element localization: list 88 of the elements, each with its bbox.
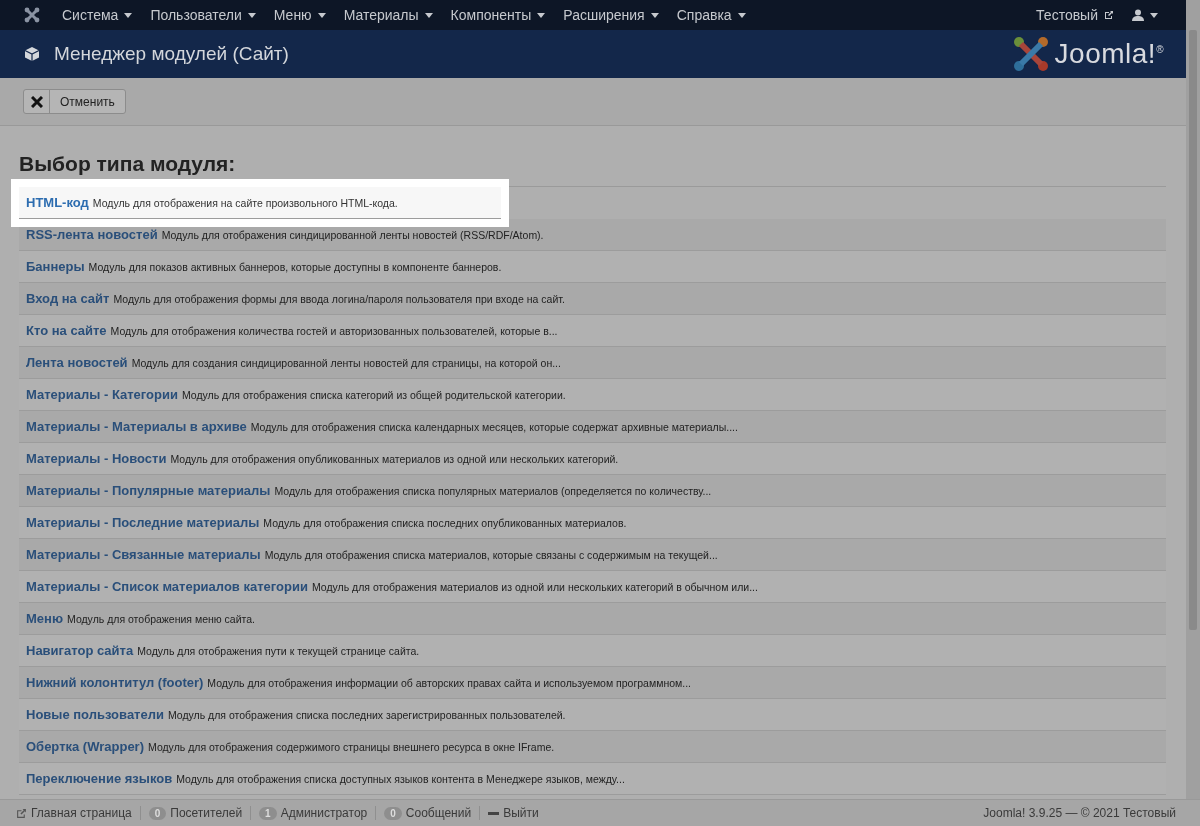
module-link[interactable]: Материалы - Связанные материалы <box>26 547 261 562</box>
caret-icon <box>650 12 659 18</box>
module-description: Модуль для отображения списка доступных языков контента в Менеджере языков, между... <box>176 772 625 785</box>
module-link[interactable]: Материалы - Список материалов категории <box>26 579 308 594</box>
module-description: Модуль для отображения материалов из одной или нескольких категорий в обычном или... <box>311 580 758 593</box>
module-row[interactable]: Лента новостей Модуль для создания синдицированной ленты новостей для страницы, на которой он... <box>19 347 1166 379</box>
module-link[interactable]: Новые пользователи <box>26 707 164 722</box>
caret-icon <box>537 12 546 18</box>
module-description: Модуль для отображения синдицированной ленты новостей (RSS/RDF/Atom). <box>161 228 544 241</box>
module-link[interactable]: Лента новостей <box>26 355 128 370</box>
cancel-button[interactable]: Отменить <box>23 89 126 114</box>
caret-icon <box>737 12 746 18</box>
nav-menu[interactable]: Расширения <box>563 7 659 23</box>
module-link[interactable]: Переключение языков <box>26 771 173 786</box>
nav-menu[interactable]: Материалы <box>343 7 433 23</box>
module-link[interactable]: RSS-лента новостей <box>26 227 158 242</box>
cube-icon <box>24 46 40 62</box>
module-description: Модуль для показов активных баннеров, которые доступны в компоненте баннеров. <box>88 260 502 273</box>
status-counter[interactable]: 0 Посетителей <box>140 806 252 820</box>
module-description: Модуль для отображения списка календарных месяцев, которые содержат архивные материалы.... <box>250 420 738 433</box>
module-row[interactable]: Вход на сайт Модуль для отображения формы для ввода логина/пароля пользователя при входе на сайт. <box>19 283 1166 315</box>
counter-label: Посетителей <box>170 806 243 820</box>
site-link[interactable]: Тестовый <box>1036 7 1114 23</box>
module-description: Модуль для отображения списка категорий из общей родительской категории. <box>181 388 566 401</box>
status-counter[interactable]: 1 Администратор <box>251 806 377 820</box>
user-menu[interactable] <box>1132 9 1158 21</box>
module-description: Модуль для создания синдицированной ленты новостей для страницы, на которой он... <box>131 356 561 369</box>
scrollbar[interactable] <box>1186 0 1200 799</box>
module-link[interactable]: Баннеры <box>26 259 85 274</box>
module-link[interactable]: Вход на сайт <box>26 291 110 306</box>
nav-menu[interactable]: Система <box>62 7 133 23</box>
minus-icon <box>488 811 500 815</box>
close-icon <box>30 95 43 108</box>
module-link[interactable]: Нижний колонтитул (footer) <box>26 675 204 690</box>
counter-label: Сообщений <box>405 806 472 820</box>
module-link[interactable]: Меню <box>26 611 63 626</box>
module-description: Модуль для отображения на сайте произвольного HTML-кода. <box>92 196 398 209</box>
module-description: Модуль для отображения информации об авторских правах сайта и используемом программном... <box>207 676 691 689</box>
external-link-icon <box>1104 10 1114 20</box>
module-link[interactable]: Обертка (Wrapper) <box>26 739 144 754</box>
count-badge: 1 <box>259 806 277 820</box>
module-description: Модуль для отображения списка популярных материалов (определяется по количеству... <box>274 484 712 497</box>
module-description: Модуль для отображения количества гостей и авторизованных пользователей, которые в... <box>110 324 558 337</box>
module-link[interactable]: Материалы - Популярные материалы <box>26 483 271 498</box>
nav-menu[interactable]: Пользователи <box>150 7 256 23</box>
caret-icon <box>1150 12 1158 18</box>
nav-menu[interactable]: Меню <box>273 7 326 23</box>
external-link-icon <box>16 807 27 819</box>
module-description: Модуль для отображения списка материалов, которые связаны с содержимым на текущей... <box>264 548 718 561</box>
module-description: Модуль для отображения опубликованных материалов из одной или нескольких категорий. <box>170 452 619 465</box>
caret-icon <box>424 12 433 18</box>
module-row[interactable]: Меню Модуль для отображения меню сайта. <box>19 603 1166 635</box>
module-link[interactable]: Материалы - Последние материалы <box>26 515 260 530</box>
module-description: Модуль для отображения формы для ввода логина/пароля пользователя при входе на сайт. <box>113 292 565 305</box>
count-badge: 0 <box>148 806 167 820</box>
module-row[interactable]: Материалы - Материалы в архиве Модуль для отображения списка календарных месяцев, которые содержат архивные материалы.... <box>19 411 1166 443</box>
logout-link[interactable]: Выйти <box>480 806 547 820</box>
nav-menu[interactable]: Компоненты <box>450 7 546 23</box>
status-counter[interactable]: 0 Сообщений <box>376 806 481 820</box>
module-description: Модуль для отображения меню сайта. <box>67 612 256 625</box>
module-link[interactable]: Материалы - Материалы в архиве <box>26 419 247 434</box>
module-row[interactable]: Материалы - Популярные материалы Модуль для отображения списка популярных материалов (определяется по количеству... <box>19 475 1166 507</box>
module-row[interactable]: Материалы - Связанные материалы Модуль для отображения списка материалов, которые связаны с содержимым на текущей... <box>19 539 1166 571</box>
copyright-text: Joomla! 3.9.25 — © 2021 Тестовый <box>983 806 1176 820</box>
module-description: Модуль для отображения пути к текущей странице сайта. <box>137 644 420 657</box>
joomla-logo: Joomla!$^{®}$ <box>1012 36 1164 72</box>
caret-icon <box>247 12 256 18</box>
module-row[interactable]: Нижний колонтитул (footer) Модуль для отображения информации об авторских правах сайта и используемом программном... <box>19 667 1166 699</box>
count-badge: 0 <box>384 806 402 820</box>
module-row[interactable]: Обертка (Wrapper) Модуль для отображения содержимого страницы внешнего ресурса в окне IFrame. <box>19 731 1166 763</box>
module-link[interactable]: HTML-код <box>26 195 89 210</box>
caret-icon <box>124 12 133 18</box>
joomla-logo-icon <box>1012 36 1049 72</box>
home-link[interactable]: Главная страница <box>8 806 141 820</box>
module-link[interactable]: Материалы - Категории <box>26 387 178 402</box>
caret-icon <box>317 12 326 18</box>
module-description: Модуль для отображения содержимого страницы внешнего ресурса в окне IFrame. <box>148 740 555 753</box>
module-description: Модуль для отображения списка последних зарегистрированных пользователей. <box>167 708 566 721</box>
page-title: Менеджер модулей (Сайт) <box>54 43 289 65</box>
nav-menu[interactable]: Справка <box>676 7 746 23</box>
counter-label: Администратор <box>280 806 368 820</box>
module-link[interactable]: Материалы - Новости <box>26 451 167 466</box>
joomla-icon[interactable] <box>24 7 40 23</box>
module-link[interactable]: Кто на сайте <box>26 323 107 338</box>
user-icon <box>1132 9 1144 21</box>
module-link[interactable]: Навигатор сайта <box>26 643 134 658</box>
section-heading: Выбор типа модуля: <box>19 152 237 176</box>
module-description: Модуль для отображения списка последних опубликованных материалов. <box>263 516 627 529</box>
